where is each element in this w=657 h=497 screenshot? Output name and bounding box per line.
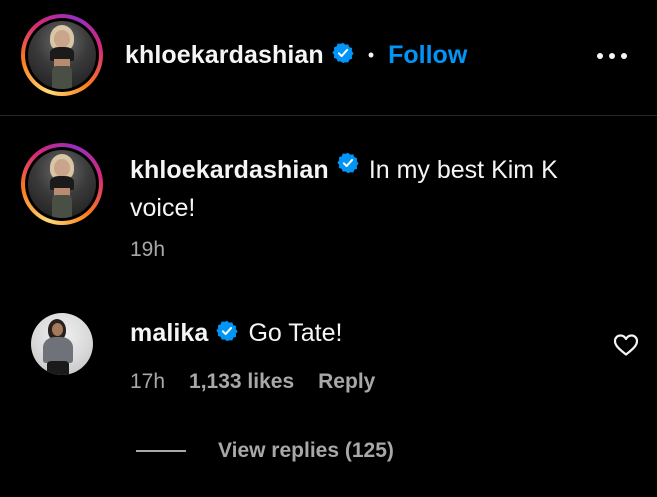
comment-timestamp[interactable]: 17h xyxy=(130,370,165,394)
comment-username[interactable]: malika xyxy=(130,319,208,348)
verified-badge-icon xyxy=(337,151,359,189)
verified-badge-icon xyxy=(332,42,354,69)
header-username[interactable]: khloekardashian xyxy=(125,41,324,70)
header-divider xyxy=(0,115,657,116)
comment-meta: 17h 1,133 likes Reply xyxy=(130,370,375,394)
view-replies-label: View replies (125) xyxy=(218,439,394,462)
more-options-button[interactable] xyxy=(592,44,632,68)
header-user-row: khloekardashian • Follow xyxy=(125,38,467,72)
caption-avatar xyxy=(28,150,96,218)
caption-timestamp[interactable]: 19h xyxy=(130,238,165,262)
caption-body: khloekardashian In my best Kim K voice! xyxy=(130,151,630,227)
comment-like-button[interactable] xyxy=(613,333,639,357)
reply-button[interactable]: Reply xyxy=(318,370,375,394)
header-avatar-ring[interactable] xyxy=(21,14,103,96)
comment-row: malika Go Tate! xyxy=(130,316,342,350)
comment-likes-count[interactable]: 1,133 likes xyxy=(189,370,294,394)
follow-button[interactable]: Follow xyxy=(388,41,467,70)
caption-text-line1: In my best Kim K xyxy=(368,156,558,184)
more-horizontal-icon xyxy=(597,53,627,59)
caption-avatar-ring[interactable] xyxy=(21,143,103,225)
verified-badge-icon xyxy=(216,320,239,347)
header-avatar xyxy=(28,21,96,89)
caption-username[interactable]: khloekardashian xyxy=(130,151,329,189)
comment-avatar[interactable] xyxy=(31,313,93,375)
heart-icon xyxy=(613,334,639,356)
view-replies-button[interactable]: View replies (125) xyxy=(136,439,394,463)
view-replies-line xyxy=(136,450,186,452)
comment-text: Go Tate! xyxy=(248,318,343,347)
header-separator: • xyxy=(367,44,375,65)
caption-text-line2: voice! xyxy=(130,194,196,222)
